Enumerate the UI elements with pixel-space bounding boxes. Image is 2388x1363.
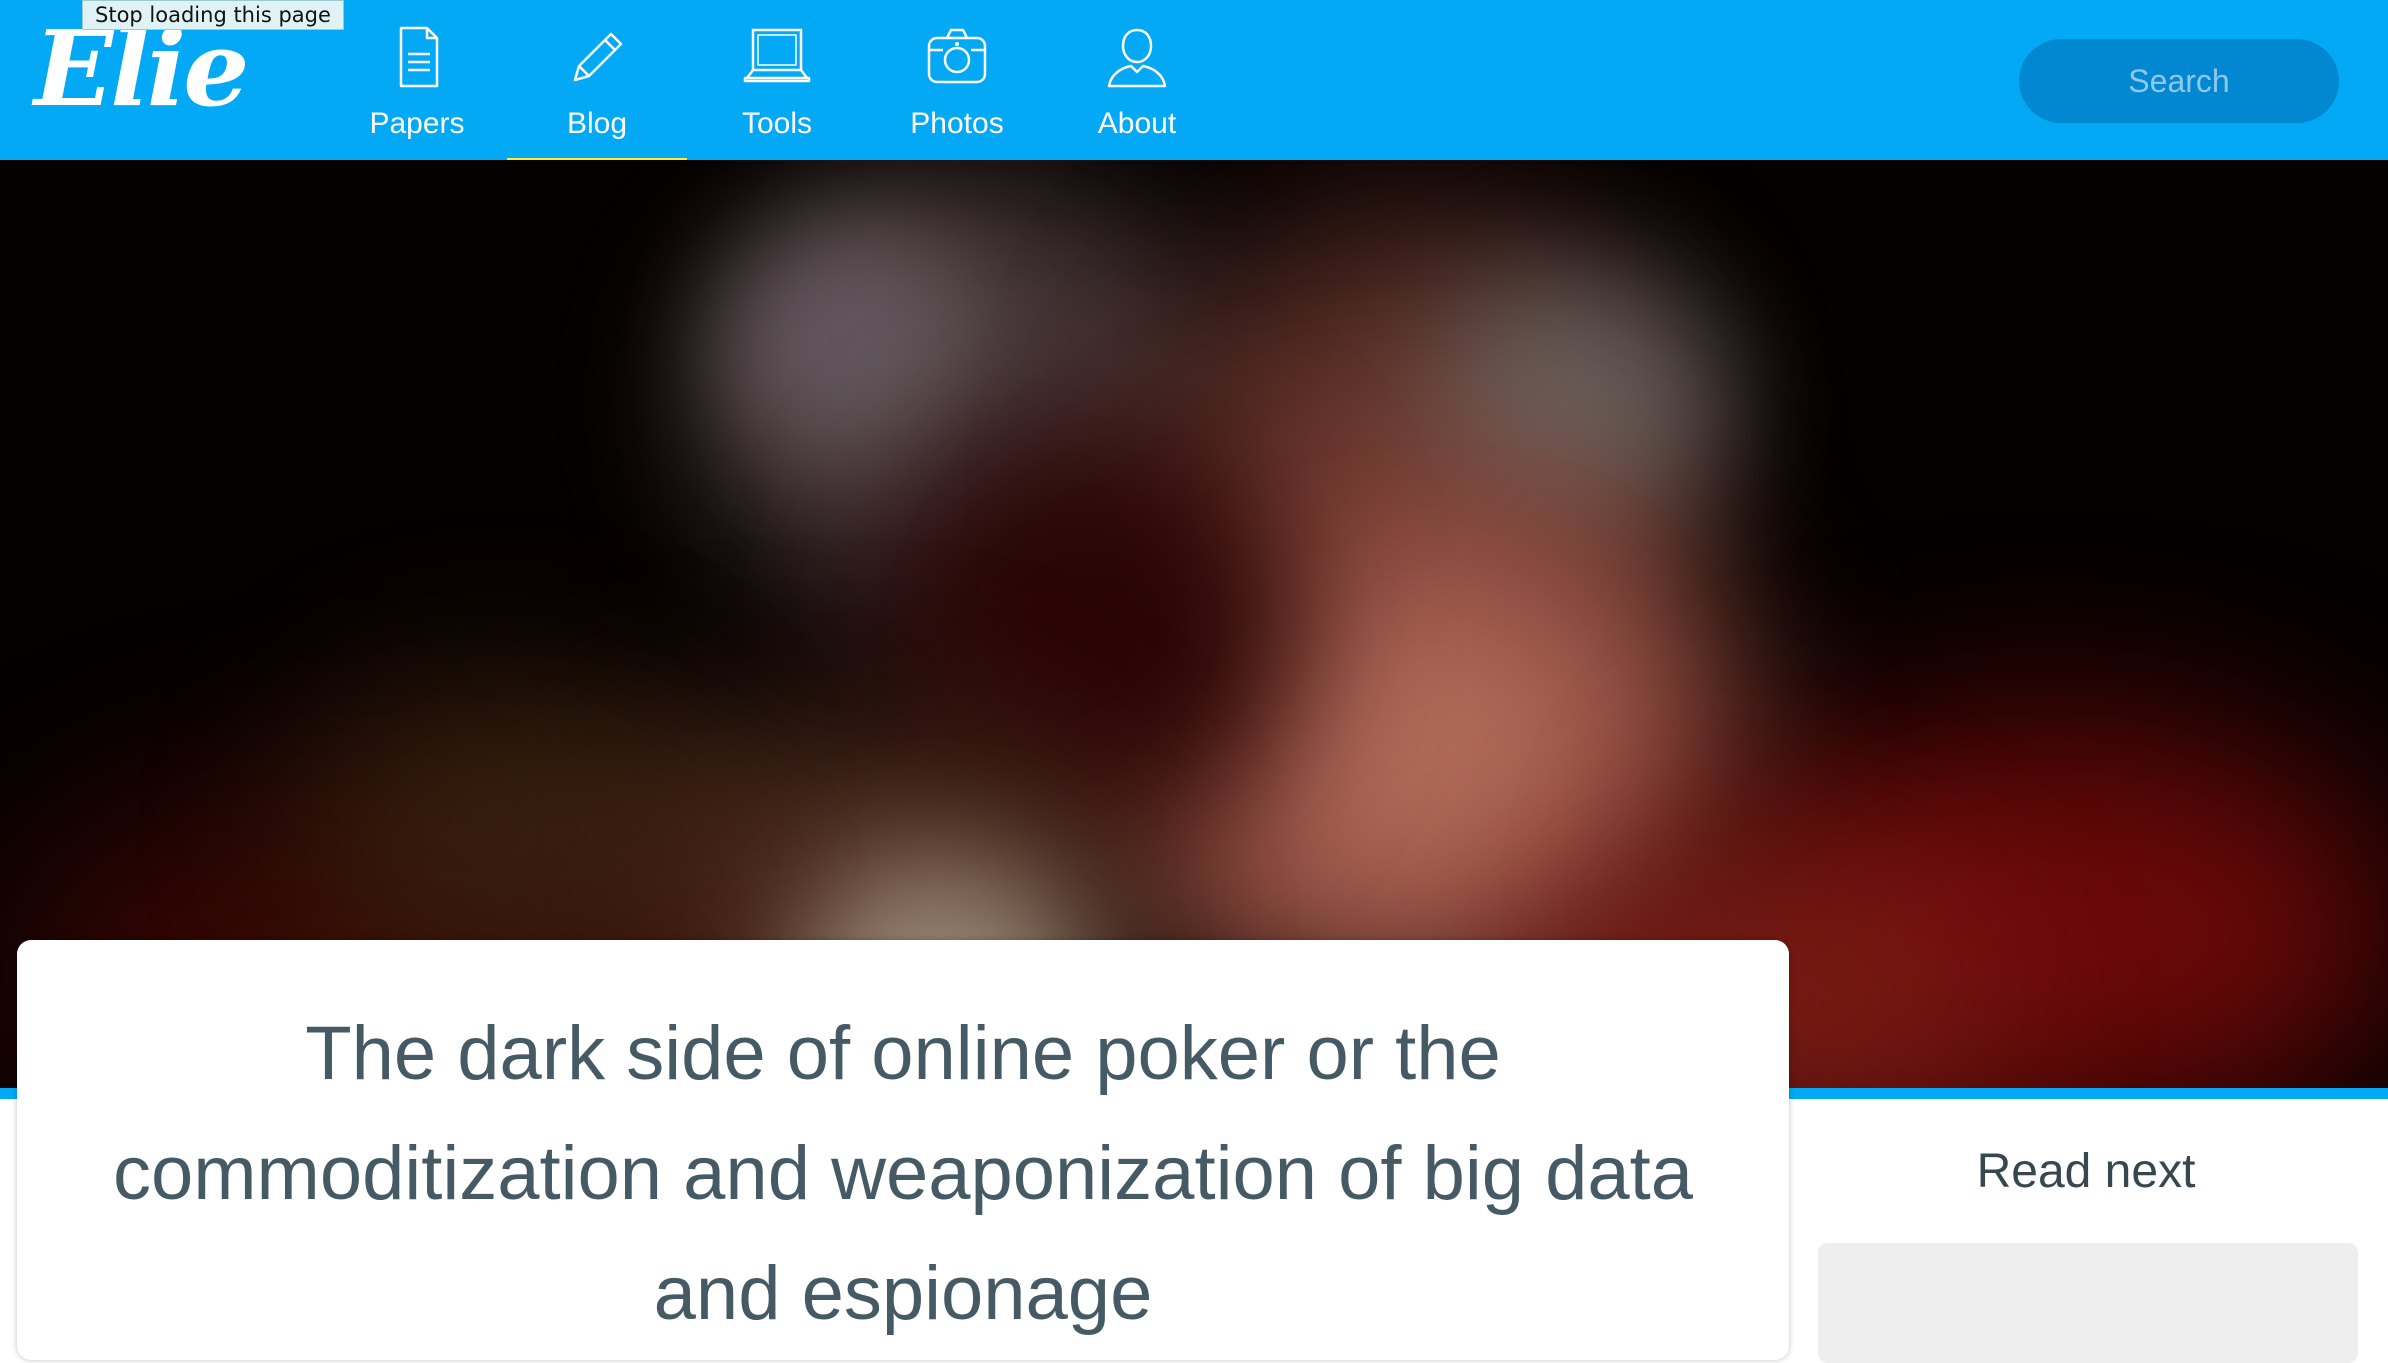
- read-next-card[interactable]: [1818, 1243, 2358, 1363]
- nav-tools[interactable]: Tools: [687, 0, 867, 170]
- article-title: The dark side of online poker or the com…: [112, 1011, 1694, 1336]
- nav-label-photos: Photos: [910, 107, 1004, 140]
- laptop-icon: [743, 28, 811, 83]
- search-button[interactable]: Search: [2019, 39, 2339, 123]
- nav-about[interactable]: About: [1047, 0, 1227, 170]
- article-card: The dark side of online poker or the com…: [17, 940, 1789, 1360]
- user-icon: [1107, 28, 1167, 88]
- pencil-icon: [573, 32, 623, 82]
- camera-icon: [927, 28, 987, 84]
- read-next-heading: Read next: [1976, 1145, 2196, 1198]
- nav-blog[interactable]: Blog: [507, 0, 687, 170]
- nav-label-papers: Papers: [369, 107, 465, 140]
- document-icon: [399, 26, 439, 88]
- nav-label-tools: Tools: [741, 107, 813, 140]
- nav-label-blog: Blog: [566, 107, 628, 140]
- site-logo[interactable]: Elie: [34, 14, 249, 124]
- nav-label-about: About: [1097, 107, 1177, 140]
- nav-papers[interactable]: Papers: [327, 0, 507, 170]
- nav-photos[interactable]: Photos: [867, 0, 1047, 170]
- stop-loading-tooltip: Stop loading this page: [82, 0, 344, 30]
- site-header: Stop loading this page Elie Papers Blog: [0, 0, 2388, 170]
